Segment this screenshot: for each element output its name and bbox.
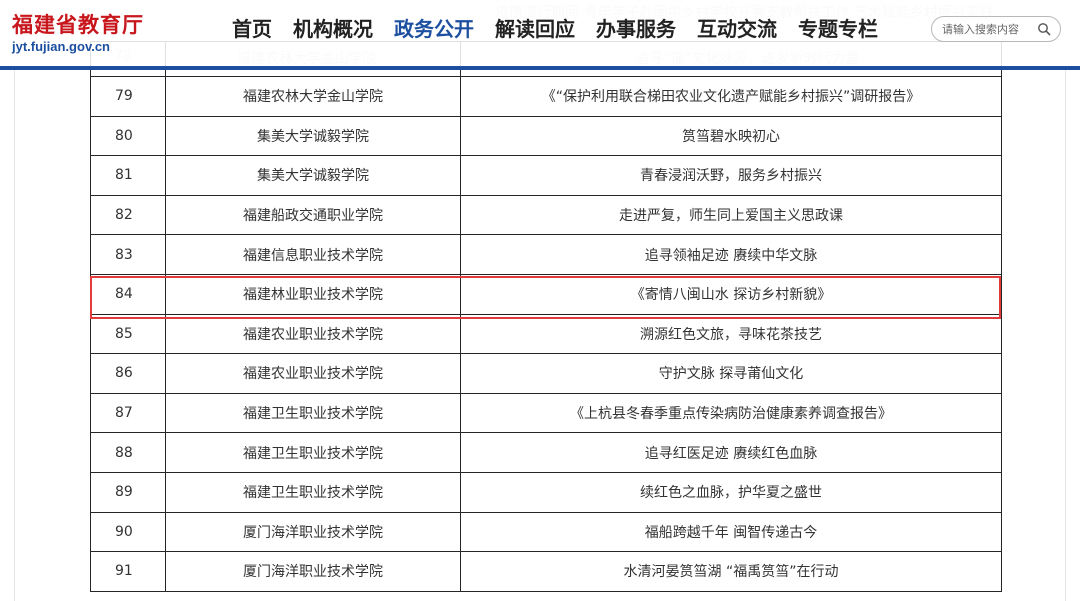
row-title: 水清河晏筼筜湖 “福禹筼筜”在行动 xyxy=(460,551,1002,592)
page-right-border xyxy=(1065,66,1066,601)
row-school: 福建农业职业技术学院 xyxy=(165,353,461,394)
row-title: 续红色之血脉，护华夏之盛世 xyxy=(460,471,1002,513)
table-row: 79 福建农林大学金山学院 《“保护利用联合梯田农业文化遗产赋能乡村振兴”调研报告》 xyxy=(90,76,1002,117)
search-input[interactable] xyxy=(942,20,1034,38)
site-title-logo[interactable]: 福建省教育厅 xyxy=(12,9,144,39)
highlighted-row-outline xyxy=(90,276,1001,319)
row-school: 福建农林大学金山学院 xyxy=(165,76,461,117)
nav-item-interaction[interactable]: 互动交流 xyxy=(697,14,777,44)
nav-item-services[interactable]: 办事服务 xyxy=(596,14,676,44)
site-header: 福建省教育厅 jyt.fujian.gov.cn 首页 机构概况 政务公开 解读… xyxy=(0,0,1080,66)
search-box xyxy=(931,16,1061,42)
row-school: 厦门海洋职业技术学院 xyxy=(165,551,461,592)
row-title: 福船跨越千年 闽智传递古今 xyxy=(460,511,1002,553)
table-row: 82 福建船政交通职业学院 走进严复，师生同上爱国主义思政课 xyxy=(90,194,1002,236)
row-school: 福建信息职业技术学院 xyxy=(165,234,461,275)
table-row: 90 厦门海洋职业技术学院 福船跨越千年 闽智传递古今 xyxy=(90,511,1002,553)
row-school: 福建卫生职业技术学院 xyxy=(165,471,461,513)
row-school: 集美大学诚毅学院 xyxy=(165,155,461,196)
row-school: 福建卫生职业技术学院 xyxy=(165,432,461,473)
nav-item-interpretation[interactable]: 解读回应 xyxy=(495,14,575,44)
nav-item-home[interactable]: 首页 xyxy=(232,14,272,44)
table-row: 83 福建信息职业技术学院 追寻领袖足迹 赓续中华文脉 xyxy=(90,234,1002,275)
nav-item-government-affairs[interactable]: 政务公开 xyxy=(394,14,474,44)
row-number: 82 xyxy=(90,194,166,236)
table-row: 81 集美大学诚毅学院 青春浸润沃野，服务乡村振兴 xyxy=(90,155,1002,196)
table-row: 85 福建农业职业技术学院 溯源红色文旅，寻味花茶技艺 xyxy=(90,313,1002,355)
row-number: 91 xyxy=(90,551,166,592)
row-title: 溯源红色文旅，寻味花茶技艺 xyxy=(460,313,1002,355)
table-row: 87 福建卫生职业技术学院 《上杭县冬春季重点传染病防治健康素养调查报告》 xyxy=(90,392,1002,434)
row-title: 青春浸润沃野，服务乡村振兴 xyxy=(460,155,1002,196)
row-school: 集美大学诚毅学院 xyxy=(165,115,461,157)
row-number: 80 xyxy=(90,115,166,157)
row-title: 《上杭县冬春季重点传染病防治健康素养调查报告》 xyxy=(460,392,1002,434)
row-title: 追寻红医足迹 赓续红色血脉 xyxy=(460,432,1002,473)
row-title: 《“保护利用联合梯田农业文化遗产赋能乡村振兴”调研报告》 xyxy=(460,76,1002,117)
row-number: 87 xyxy=(90,392,166,434)
table-row: 91 厦门海洋职业技术学院 水清河晏筼筜湖 “福禹筼筜”在行动 xyxy=(90,551,1002,592)
main-nav: 首页 机构概况 政务公开 解读回应 办事服务 互动交流 专题专栏 xyxy=(232,14,899,44)
row-title: 走进严复，师生同上爱国主义思政课 xyxy=(460,194,1002,236)
row-school: 福建卫生职业技术学院 xyxy=(165,392,461,434)
row-number: 85 xyxy=(90,313,166,355)
row-number: 90 xyxy=(90,511,166,553)
header-accent-line xyxy=(0,66,1080,70)
table-row: 89 福建卫生职业技术学院 续红色之血脉，护华夏之盛世 xyxy=(90,471,1002,513)
nav-item-organization[interactable]: 机构概况 xyxy=(293,14,373,44)
row-number: 79 xyxy=(90,76,166,117)
row-number: 89 xyxy=(90,471,166,513)
row-school: 福建船政交通职业学院 xyxy=(165,194,461,236)
nav-item-special-topics[interactable]: 专题专栏 xyxy=(798,14,878,44)
table-row: 86 福建农业职业技术学院 守护文脉 探寻莆仙文化 xyxy=(90,353,1002,394)
row-number: 83 xyxy=(90,234,166,275)
row-school: 福建农业职业技术学院 xyxy=(165,313,461,355)
search-icon[interactable] xyxy=(1037,22,1051,36)
site-domain: jyt.fujian.gov.cn xyxy=(12,39,110,54)
page-left-border xyxy=(14,66,15,601)
row-number: 81 xyxy=(90,155,166,196)
row-number: 88 xyxy=(90,432,166,473)
row-title: 守护文脉 探寻莆仙文化 xyxy=(460,353,1002,394)
row-title: 追寻领袖足迹 赓续中华文脉 xyxy=(460,234,1002,275)
row-number: 86 xyxy=(90,353,166,394)
table-row: 80 集美大学诚毅学院 筼筜碧水映初心 xyxy=(90,115,1002,157)
table-row: 88 福建卫生职业技术学院 追寻红医足迹 赓续红色血脉 xyxy=(90,432,1002,473)
row-school: 厦门海洋职业技术学院 xyxy=(165,511,461,553)
row-title: 筼筜碧水映初心 xyxy=(460,115,1002,157)
